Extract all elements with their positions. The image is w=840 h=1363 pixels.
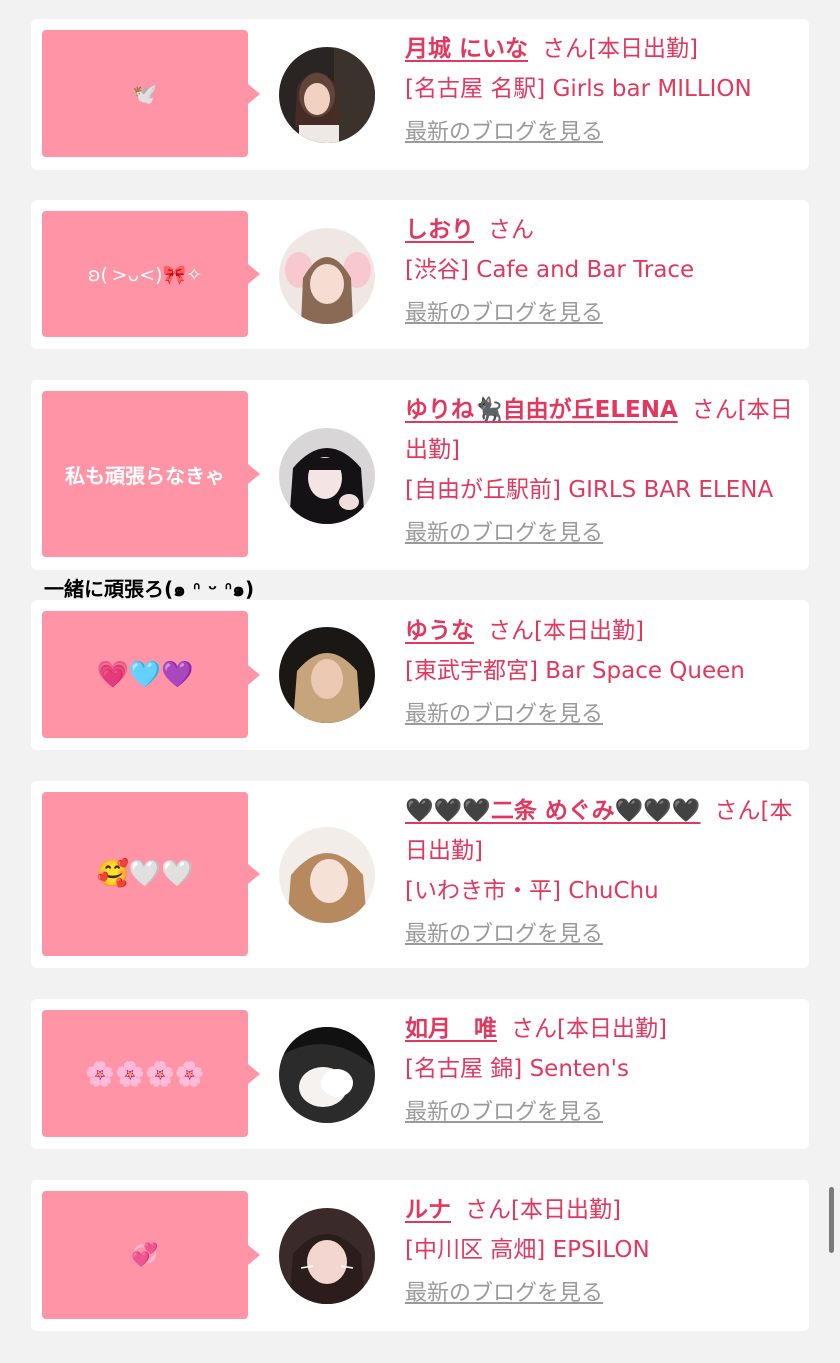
latest-blog-link[interactable]: 最新のブログを見る bbox=[405, 514, 603, 554]
cast-info: ルナ さん[本日出勤] [中川区 高畑] EPSILON 最新のブログを見る bbox=[405, 1190, 797, 1314]
comment-bubble: 💗🩵💜 bbox=[42, 611, 260, 738]
name-line: ゆりね🐈‍⬛自由が丘ELENA さん[本日出勤] bbox=[405, 390, 797, 470]
shop-label: [名古屋 錦] Senten's bbox=[405, 1056, 629, 1082]
blog-card[interactable]: 💞 ルナ さん[本日出勤] [中川区 高畑] EPSILON 最新のブログを見る bbox=[31, 1180, 809, 1331]
blog-card[interactable]: 💗🩵💜 ゆうな さん[本日出勤] [東武宇都宮] Bar Space Queen … bbox=[31, 600, 809, 750]
name-line: 月城 にいな さん[本日出勤] bbox=[405, 29, 797, 69]
latest-blog-link[interactable]: 最新のブログを見る bbox=[405, 1274, 603, 1314]
comment-bubble: 🕊️ bbox=[42, 30, 260, 157]
cast-name-link[interactable]: 🖤🖤🖤二条 めぐみ🖤🖤🖤 bbox=[405, 798, 701, 824]
cast-name-link[interactable]: 如月 唯 bbox=[405, 1016, 497, 1042]
blog-card[interactable]: 私も頑張らなきゃ ゆりね🐈‍⬛自由が丘ELENA さん[本日出勤] [自由が丘駅前… bbox=[31, 380, 809, 570]
avatar[interactable] bbox=[279, 1208, 375, 1304]
blog-list-page: { "entries": [ { "bubble": "🕊️", "name":… bbox=[0, 0, 840, 1363]
latest-blog-link[interactable]: 最新のブログを見る bbox=[405, 294, 603, 334]
avatar[interactable] bbox=[279, 1027, 375, 1123]
cast-name-link[interactable]: ゆうな bbox=[405, 618, 474, 644]
avatar-photo bbox=[279, 428, 375, 524]
avatar-photo bbox=[279, 1208, 375, 1304]
comment-text: 🕊️ bbox=[132, 81, 158, 106]
comment-bubble: 🌸🌸🌸🌸 bbox=[42, 1010, 260, 1137]
avatar[interactable] bbox=[279, 827, 375, 923]
name-line: 🖤🖤🖤二条 めぐみ🖤🖤🖤 さん[本日出勤] bbox=[405, 791, 797, 871]
avatar-photo bbox=[279, 228, 375, 324]
name-line: 如月 唯さん[本日出勤] bbox=[405, 1009, 797, 1049]
comment-bubble: 💞 bbox=[42, 1191, 260, 1319]
latest-blog-link[interactable]: 最新のブログを見る bbox=[405, 695, 603, 735]
name-line: しおり さん bbox=[405, 210, 797, 250]
comment-text: ʚ( >ᴗ<)🎀✧ bbox=[87, 263, 203, 286]
cast-info: 如月 唯さん[本日出勤] [名古屋 錦] Senten's 最新のブログを見る bbox=[405, 1009, 797, 1133]
avatar[interactable] bbox=[279, 47, 375, 143]
shop-label: [東武宇都宮] Bar Space Queen bbox=[405, 658, 745, 684]
cast-name-link[interactable]: 月城 にいな bbox=[405, 36, 528, 62]
honorific-status: さん[本日出勤] bbox=[465, 1197, 621, 1223]
avatar[interactable] bbox=[279, 428, 375, 524]
cast-info: 月城 にいな さん[本日出勤] [名古屋 名駅] Girls bar MILLIO… bbox=[405, 29, 797, 153]
comment-text: 🥰🤍🤍 bbox=[96, 859, 194, 889]
latest-blog-link[interactable]: 最新のブログを見る bbox=[405, 113, 603, 153]
avatar-photo bbox=[279, 47, 375, 143]
shop-label: [渋谷] Cafe and Bar Trace bbox=[405, 257, 695, 283]
name-line: ゆうな さん[本日出勤] bbox=[405, 611, 797, 651]
avatar[interactable] bbox=[279, 627, 375, 723]
cast-info: しおり さん [渋谷] Cafe and Bar Trace 最新のブログを見る bbox=[405, 210, 797, 334]
honorific-status: さん[本日出勤] bbox=[488, 618, 644, 644]
comment-bubble: ʚ( >ᴗ<)🎀✧ bbox=[42, 211, 260, 337]
honorific-status: さん[本日出勤] bbox=[542, 36, 698, 62]
blog-card[interactable]: ʚ( >ᴗ<)🎀✧ しおり さん [渋谷] Cafe and Bar Trace … bbox=[31, 200, 809, 349]
comment-text: 🌸🌸🌸🌸 bbox=[85, 1059, 205, 1088]
comment-text: 💞 bbox=[131, 1242, 159, 1268]
avatar-photo bbox=[279, 827, 375, 923]
cast-name-link[interactable]: ゆりね🐈‍⬛自由が丘ELENA bbox=[405, 397, 678, 423]
comment-text: 私も頑張らなきゃ bbox=[65, 463, 225, 488]
cast-info: ゆうな さん[本日出勤] [東武宇都宮] Bar Space Queen 最新のブ… bbox=[405, 611, 797, 735]
cast-name-link[interactable]: しおり bbox=[405, 217, 474, 243]
comment-bubble: 🥰🤍🤍 bbox=[42, 792, 260, 956]
cast-info: ゆりね🐈‍⬛自由が丘ELENA さん[本日出勤] [自由が丘駅前] GIRLS B… bbox=[405, 390, 797, 554]
cast-info: 🖤🖤🖤二条 めぐみ🖤🖤🖤 さん[本日出勤] [いわき市・平] ChuChu 最新の… bbox=[405, 791, 797, 955]
shop-label: [自由が丘駅前] GIRLS BAR ELENA bbox=[405, 477, 774, 503]
scrollbar-thumb[interactable] bbox=[829, 1187, 834, 1253]
comment-bubble: 私も頑張らなきゃ bbox=[42, 391, 260, 557]
shop-label: [名古屋 名駅] Girls bar MILLION bbox=[405, 76, 752, 102]
avatar[interactable] bbox=[279, 228, 375, 324]
blog-card[interactable]: 🌸🌸🌸🌸 如月 唯さん[本日出勤] [名古屋 錦] Senten's 最新のブロ… bbox=[31, 999, 809, 1149]
avatar-photo bbox=[279, 1027, 375, 1123]
blog-card[interactable]: 🥰🤍🤍 🖤🖤🖤二条 めぐみ🖤🖤🖤 さん[本日出勤] [いわき市・平] ChuChu… bbox=[31, 781, 809, 968]
latest-blog-link[interactable]: 最新のブログを見る bbox=[405, 915, 603, 955]
cast-name-link[interactable]: ルナ bbox=[405, 1197, 451, 1223]
honorific-status: さん bbox=[488, 217, 534, 243]
name-line: ルナ さん[本日出勤] bbox=[405, 1190, 797, 1230]
comment-text: 💗🩵💜 bbox=[96, 659, 194, 690]
honorific-status: さん[本日出勤] bbox=[511, 1016, 667, 1042]
latest-blog-link[interactable]: 最新のブログを見る bbox=[405, 1093, 603, 1133]
shop-label: [中川区 高畑] EPSILON bbox=[405, 1237, 650, 1263]
avatar-photo bbox=[279, 627, 375, 723]
shop-label: [いわき市・平] ChuChu bbox=[405, 878, 659, 904]
blog-card[interactable]: 🕊️ 月城 にいな さん[本日出勤] [名古屋 名駅] Girls bar MIL… bbox=[31, 19, 809, 170]
